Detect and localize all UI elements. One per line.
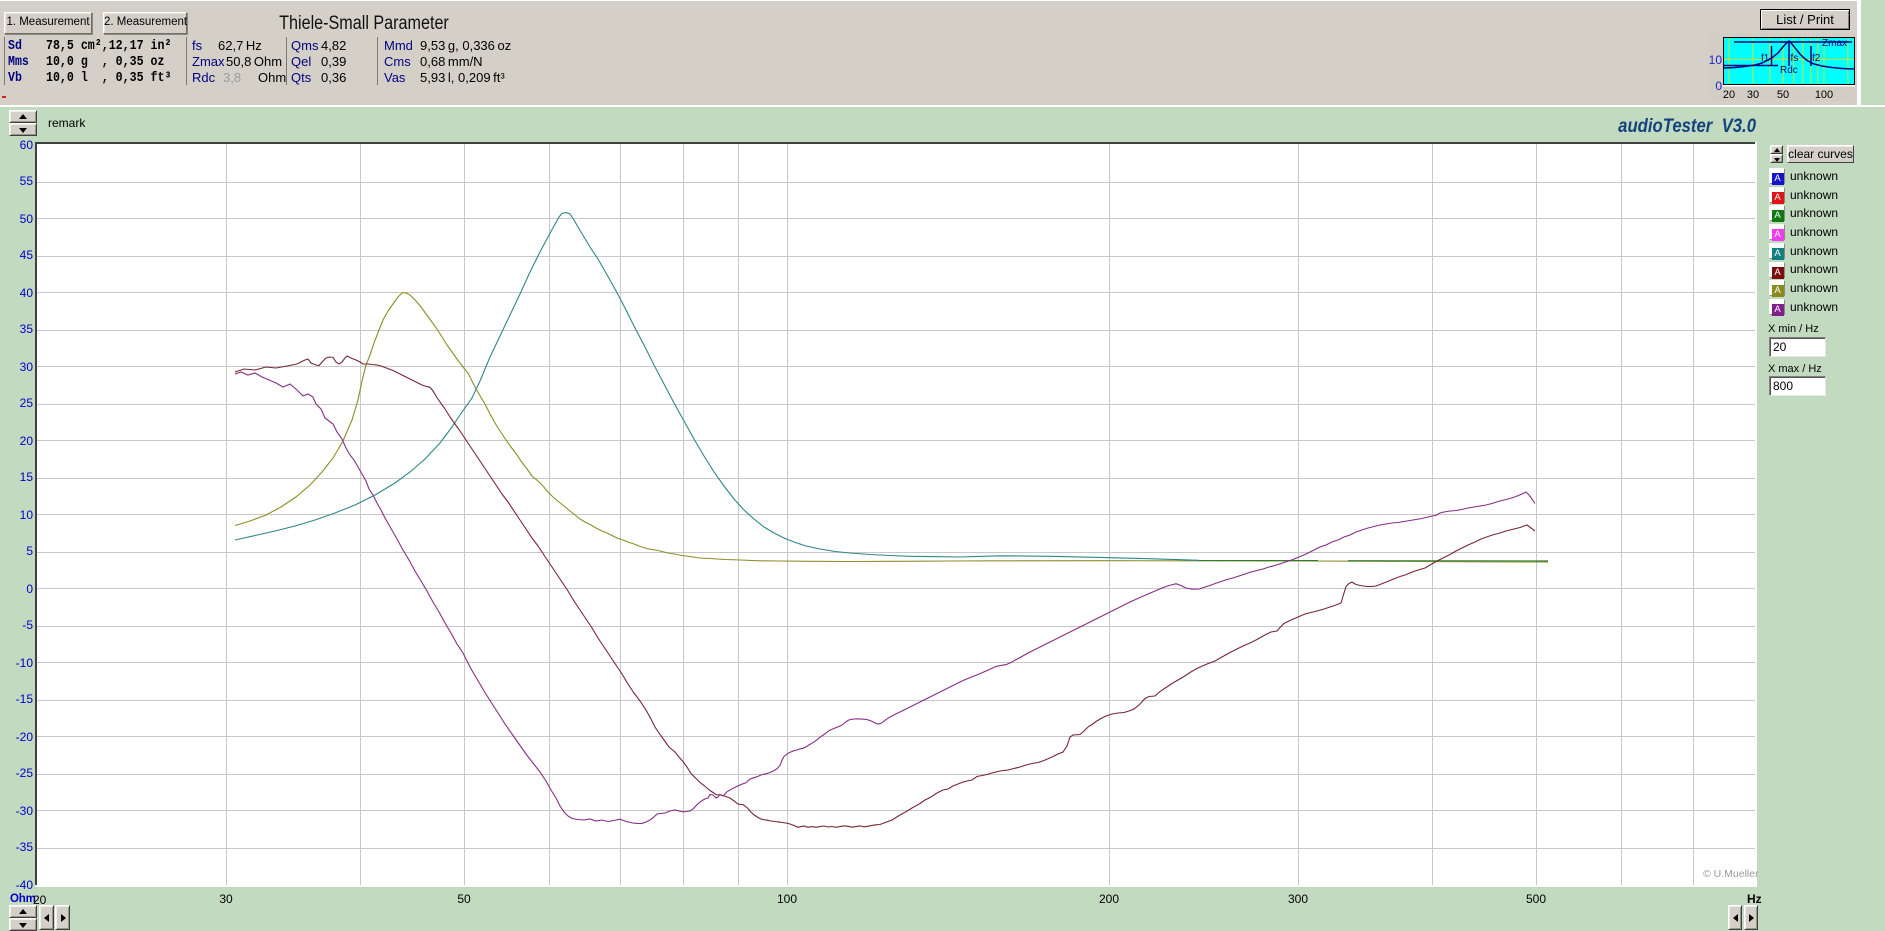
svg-text:fs: fs (1791, 53, 1799, 64)
svg-text:f2: f2 (1812, 53, 1821, 64)
svg-text:f1: f1 (1761, 53, 1770, 64)
svg-text:Rdc: Rdc (1780, 65, 1798, 76)
svg-text:Zmax: Zmax (1822, 38, 1847, 49)
